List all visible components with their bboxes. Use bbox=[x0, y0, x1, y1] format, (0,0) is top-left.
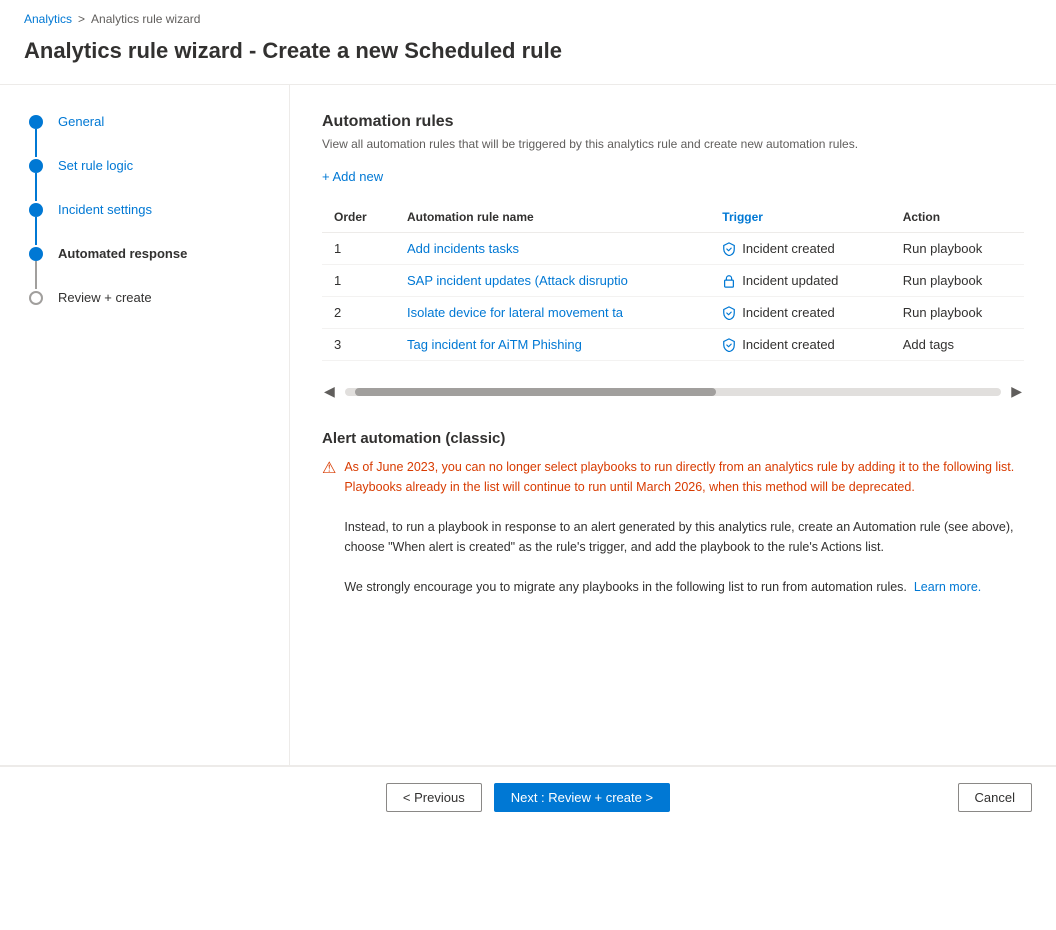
step-line-4 bbox=[35, 261, 37, 289]
cell-action: Add tags bbox=[891, 329, 1024, 361]
trigger-label: Incident updated bbox=[742, 273, 838, 288]
table-scrollbar[interactable]: ◀ ▶ bbox=[322, 381, 1024, 402]
breadcrumb-analytics[interactable]: Analytics bbox=[24, 12, 72, 26]
col-name: Automation rule name bbox=[395, 202, 710, 233]
sidebar-item-general[interactable]: General bbox=[58, 113, 104, 157]
warning-icon: ⚠ bbox=[322, 458, 336, 597]
step-incident-settings: Incident settings bbox=[24, 201, 265, 245]
trigger-label: Incident created bbox=[742, 337, 835, 352]
cell-order: 3 bbox=[322, 329, 395, 361]
trigger-label: Incident created bbox=[742, 305, 835, 320]
cell-action: Run playbook bbox=[891, 265, 1024, 297]
table-row: 2 Isolate device for lateral movement ta… bbox=[322, 297, 1024, 329]
cell-order: 2 bbox=[322, 297, 395, 329]
cancel-button[interactable]: Cancel bbox=[958, 783, 1032, 812]
sidebar-item-incident-settings[interactable]: Incident settings bbox=[58, 201, 152, 245]
learn-more-link[interactable]: Learn more. bbox=[914, 580, 981, 594]
content-area: Automation rules View all automation rul… bbox=[290, 85, 1056, 765]
sidebar-item-review-create: Review + create bbox=[58, 289, 152, 333]
add-new-button[interactable]: + Add new bbox=[322, 165, 383, 188]
step-dot-incident-settings bbox=[29, 203, 43, 217]
step-review-create: Review + create bbox=[24, 289, 265, 333]
table-row: 1 Add incidents tasks Incident created R… bbox=[322, 233, 1024, 265]
scroll-thumb bbox=[355, 388, 716, 396]
automation-rules-desc: View all automation rules that will be t… bbox=[322, 137, 1024, 151]
step-dot-review-create bbox=[29, 291, 43, 305]
previous-button[interactable]: < Previous bbox=[386, 783, 482, 812]
col-trigger: Trigger bbox=[710, 202, 890, 233]
automation-rules-table: Order Automation rule name Trigger Actio… bbox=[322, 202, 1024, 361]
scroll-right-arrow[interactable]: ▶ bbox=[1009, 381, 1024, 402]
step-line-2 bbox=[35, 173, 37, 201]
page-title: Analytics rule wizard - Create a new Sch… bbox=[0, 30, 1056, 84]
sidebar-item-automated-response: Automated response bbox=[58, 245, 187, 289]
step-line-1 bbox=[35, 129, 37, 157]
rule-name-link[interactable]: Isolate device for lateral movement ta bbox=[407, 305, 623, 320]
alert-automation-title: Alert automation (classic) bbox=[322, 430, 1024, 447]
cell-order: 1 bbox=[322, 265, 395, 297]
alert-automation-box: ⚠ As of June 2023, you can no longer sel… bbox=[322, 457, 1024, 597]
cell-trigger: Incident created bbox=[710, 329, 890, 361]
sidebar: General Set rule logic Incident settings bbox=[0, 85, 290, 765]
col-order: Order bbox=[322, 202, 395, 233]
step-dot-general bbox=[29, 115, 43, 129]
rule-name-link[interactable]: SAP incident updates (Attack disruptio bbox=[407, 273, 628, 288]
step-general: General bbox=[24, 113, 265, 157]
rule-name-link[interactable]: Tag incident for AiTM Phishing bbox=[407, 337, 582, 352]
scroll-left-arrow[interactable]: ◀ bbox=[322, 381, 337, 402]
footer-bar: < Previous Next : Review + create > Canc… bbox=[0, 766, 1056, 828]
sidebar-item-set-rule-logic[interactable]: Set rule logic bbox=[58, 157, 133, 201]
trigger-label: Incident created bbox=[742, 241, 835, 256]
warning-text-1: As of June 2023, you can no longer selec… bbox=[344, 460, 1014, 494]
table-row: 1 SAP incident updates (Attack disruptio… bbox=[322, 265, 1024, 297]
next-button[interactable]: Next : Review + create > bbox=[494, 783, 670, 812]
cell-order: 1 bbox=[322, 233, 395, 265]
rule-name-link[interactable]: Add incidents tasks bbox=[407, 241, 519, 256]
breadcrumb-current: Analytics rule wizard bbox=[91, 12, 200, 26]
cell-name: Tag incident for AiTM Phishing bbox=[395, 329, 710, 361]
step-dot-set-rule-logic bbox=[29, 159, 43, 173]
warning-text-2: Instead, to run a playbook in response t… bbox=[344, 520, 1013, 554]
scroll-track[interactable] bbox=[345, 388, 1001, 396]
step-automated-response: Automated response bbox=[24, 245, 265, 289]
cell-name: Isolate device for lateral movement ta bbox=[395, 297, 710, 329]
cell-trigger: Incident updated bbox=[710, 265, 890, 297]
cell-trigger: Incident created bbox=[710, 233, 890, 265]
alert-content: As of June 2023, you can no longer selec… bbox=[344, 457, 1024, 597]
step-line-3 bbox=[35, 217, 37, 245]
cell-name: Add incidents tasks bbox=[395, 233, 710, 265]
cell-action: Run playbook bbox=[891, 233, 1024, 265]
automation-rules-title: Automation rules bbox=[322, 113, 1024, 131]
table-row: 3 Tag incident for AiTM Phishing Inciden… bbox=[322, 329, 1024, 361]
warning-text-3: We strongly encourage you to migrate any… bbox=[344, 580, 907, 594]
step-dot-automated-response bbox=[29, 247, 43, 261]
main-layout: General Set rule logic Incident settings bbox=[0, 85, 1056, 765]
cell-name: SAP incident updates (Attack disruptio bbox=[395, 265, 710, 297]
col-action: Action bbox=[891, 202, 1024, 233]
breadcrumb-separator: > bbox=[78, 12, 85, 26]
cell-action: Run playbook bbox=[891, 297, 1024, 329]
step-set-rule-logic: Set rule logic bbox=[24, 157, 265, 201]
cell-trigger: Incident created bbox=[710, 297, 890, 329]
breadcrumb: Analytics > Analytics rule wizard bbox=[0, 0, 1056, 30]
